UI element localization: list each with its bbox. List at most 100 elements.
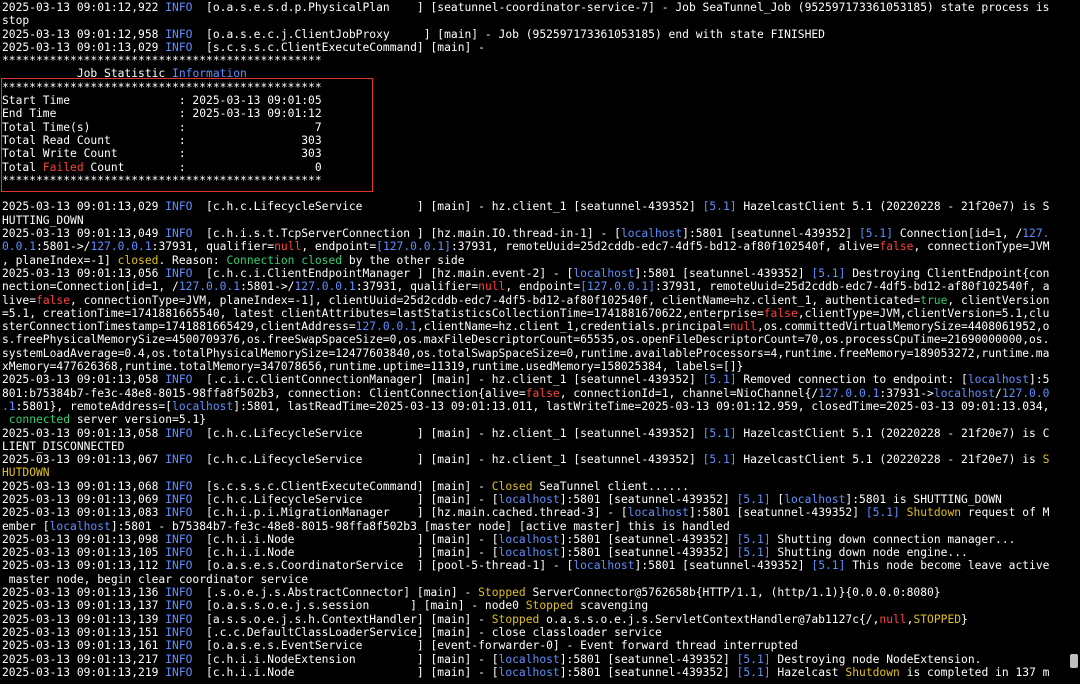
log-text-segment: [c.h.c.LifecycleService ] [main] - hz.cl… [192, 200, 703, 214]
log-text-segment: ]:5801 [seatunnel-439352] [559, 546, 737, 560]
log-text-segment: [c.h.i.i.Node ] [main] - [ [192, 532, 499, 546]
log-text-segment: [127.0.0.1] [580, 280, 656, 294]
log-text-segment: 127.0.0 [1001, 386, 1050, 400]
log-line: 2025-03-13 09:01:13,058 INFO [c.h.c.Life… [2, 427, 1068, 440]
log-text-segment: :5801}, remoteAddress=[ [15, 399, 173, 413]
log-text-segment: INFO [165, 546, 193, 560]
log-text-segment: ]:5801 - b75384b7-fe3c-48e8-8015-98ffa8f… [110, 519, 730, 533]
log-line: LIENT_DISCONNECTED [2, 440, 1068, 453]
log-text-segment: ServerConnector@5762658b{HTTP/1.1, (http… [525, 586, 941, 600]
log-text-segment: [5.1] [811, 559, 846, 573]
log-text-segment: localhost [967, 373, 1030, 387]
log-text-segment: ]:5801 [seatunnel-439352] [688, 506, 866, 520]
log-text-segment: 127.0.0.1 [90, 240, 152, 254]
log-text-segment: [c.h.i.i.NodeExtension ] [main] - [ [192, 652, 499, 666]
log-line: 2025-03-13 09:01:13,105 INFO [c.h.i.i.No… [2, 546, 1068, 559]
log-text-segment: localhost [627, 506, 689, 520]
log-text-segment: server version=5.1} [70, 413, 207, 427]
log-text-segment: [c.h.c.LifecycleService ] [main] - hz.cl… [192, 453, 703, 467]
log-text-segment: 2025-03-13 09:01:13,083 [2, 506, 166, 520]
log-text-segment: 2025-03-13 09:01:12,922 [2, 1, 166, 14]
log-text-segment: 2025-03-13 09:01:13,136 [2, 586, 166, 600]
log-text-segment: [a.s.s.o.e.j.s.h.ContextHandler] [main] … [192, 612, 492, 626]
log-text-segment: , endpoint= [301, 240, 377, 254]
log-line: master node, begin clear coordinator ser… [2, 573, 1068, 586]
log-text-segment: ****************************************… [2, 54, 322, 68]
log-text-segment: ,clientType=JVM,clientVersion=5.1,clu [797, 306, 1050, 320]
log-text-segment: INFO [165, 426, 193, 440]
scrollbar-thumb[interactable] [1070, 654, 1078, 668]
log-text-segment: [s.c.s.s.c.ClientExecuteCommand] [main] … [192, 40, 485, 54]
log-text-segment: ]:5801 [seatunnel-439352] [559, 492, 737, 506]
log-text-segment: 2025-03-13 09:01:13,217 [2, 652, 166, 666]
log-text-segment: [5.1] [702, 426, 737, 440]
log-text-segment: INFO [165, 532, 193, 546]
log-line: HUTDOWN [2, 466, 1068, 479]
log-line: sterConnectionTimestamp=1741881665429,cl… [2, 320, 1068, 333]
log-text-segment: 2025-03-13 09:01:13,219 [2, 665, 166, 679]
log-text-segment: null [478, 280, 506, 294]
log-line: =5.1, creationTime=1741881665540, latest… [2, 307, 1068, 320]
log-text-segment: 2025-03-13 09:01:13,058 [2, 426, 166, 440]
log-text-segment: o.a.s.s.o.e.j.s.ServletContextHandler@7a… [539, 612, 880, 626]
log-text-segment: INFO [165, 266, 193, 280]
log-line: 801:b75384b7-fe3c-48e8-8015-98ffa8f502b3… [2, 387, 1068, 400]
log-text-segment: [c.h.c.LifecycleService ] [main] - [ [192, 492, 499, 506]
log-text-segment: , connectionType=JVM [913, 240, 1050, 254]
log-text-segment: 0.0.1 [2, 240, 37, 254]
log-text-segment: 2025-03-13 09:01:13,069 [2, 492, 166, 506]
log-text-segment: INFO [165, 40, 193, 54]
log-text-segment: Shutting down connection manager... [770, 532, 1016, 546]
log-text-segment: INFO [165, 559, 193, 573]
log-line: 2025-03-13 09:01:13,161 INFO [o.a.s.e.s.… [2, 639, 1068, 652]
log-text-segment: 127.0.0.1 [818, 386, 880, 400]
log-text-segment: scavenging [573, 599, 649, 613]
log-line: live=false, connectionType=JVM, planeInd… [2, 294, 1068, 307]
log-text-segment: HazelcastClient 5.1 (20220228 - 21f20e7)… [736, 200, 1050, 214]
log-text-segment: [c.h.c.i.ClientEndpointManager ] [hz.mai… [192, 266, 574, 280]
log-text-segment: [5.1] [811, 266, 846, 280]
log-text-segment: ,os.committedVirtualMemorySize=440806195… [756, 320, 1050, 334]
scrollbar-track[interactable] [1068, 0, 1080, 684]
log-text-segment: by the other side [342, 253, 465, 267]
log-text-segment: [c.h.i.i.Node ] [main] - [ [192, 665, 499, 679]
log-text-segment: master node, begin clear coordinator ser… [2, 572, 309, 586]
log-text-segment: LIENT_DISCONNECTED [2, 439, 125, 453]
log-text-segment: ]:5801 [seatunnel-439352] [634, 559, 812, 573]
log-text-segment: :37931, qualifier= [151, 240, 275, 254]
log-line: 2025-03-13 09:01:13,139 INFO [a.s.s.o.e.… [2, 613, 1068, 626]
log-line: 2025-03-13 09:01:13,112 INFO [o.a.s.e.s.… [2, 559, 1068, 572]
log-text-segment: [5.1] [702, 373, 737, 387]
log-text-segment: [5.1] [736, 532, 771, 546]
log-text-segment: [.s.o.e.j.s.AbstractConnector] [main] - [192, 586, 479, 600]
log-text-segment: [o.a.s.e.c.j.ClientJobProxy ] [main] - J… [192, 27, 825, 41]
log-text-segment: localhost [498, 665, 560, 679]
log-text-segment: SeaTunnel client...... [532, 479, 689, 493]
log-text-segment: 2025-03-13 09:01:13,068 [2, 479, 166, 493]
log-text-segment: [5.1] [736, 546, 771, 560]
log-text-segment: [c.h.i.i.Node ] [main] - [ [192, 546, 499, 560]
log-text-segment: Stopped [525, 599, 574, 613]
log-text-segment: closed [117, 253, 159, 267]
log-text-segment: } [961, 612, 968, 626]
log-text-segment: 127.0.0.1 [294, 280, 356, 294]
log-text-segment: 127. [1022, 227, 1050, 241]
log-text-segment: Closed [491, 479, 533, 493]
log-text-segment: / [995, 386, 1002, 400]
log-text-segment: [5.1] [736, 492, 771, 506]
log-text-segment: [.c.c.DefaultClassLoaderService] [main] … [192, 625, 662, 639]
log-line: connected server version=5.1} [2, 413, 1068, 426]
log-text-segment: [5.1] [859, 227, 894, 241]
log-line: 2025-03-13 09:01:13,067 INFO [c.h.c.Life… [2, 453, 1068, 466]
log-text-segment: 2025-03-13 09:01:13,029 [2, 40, 166, 54]
log-line: ember [localhost]:5801 - b75384b7-fe3c-4… [2, 520, 1068, 533]
log-text-segment: .1 [2, 399, 16, 413]
log-text-segment: Shutdown [845, 665, 900, 679]
log-text-segment [900, 506, 907, 519]
log-text-segment: 2025-03-13 09:01:13,139 [2, 612, 166, 626]
log-line: 2025-03-13 09:01:13,083 INFO [c.h.i.p.i.… [2, 506, 1068, 519]
log-text-segment: INFO [165, 27, 193, 41]
log-text-segment: INFO [165, 227, 193, 241]
log-text-segment: 2025-03-13 09:01:12,958 [2, 27, 166, 41]
log-text-segment: INFO [165, 479, 193, 493]
